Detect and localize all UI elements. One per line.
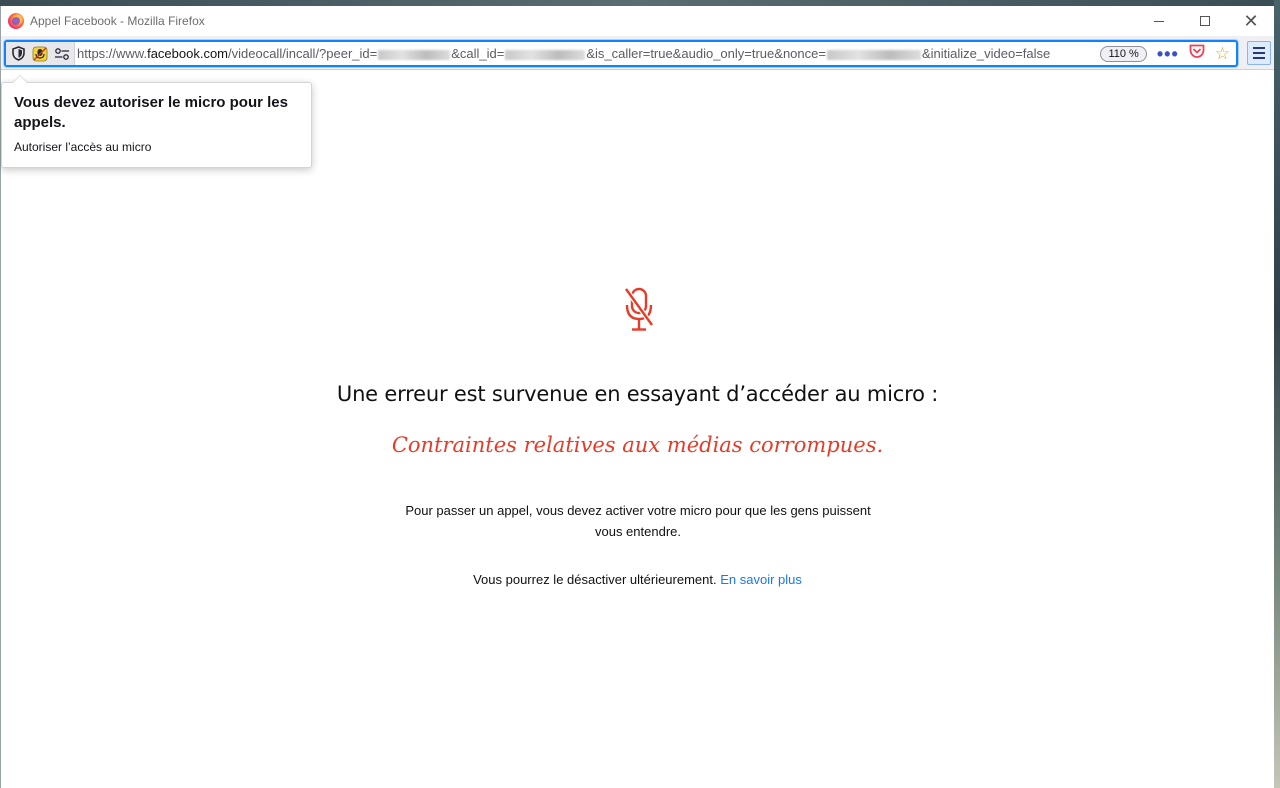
redacted-nonce: [826, 49, 921, 60]
microphone-muted-icon: [623, 287, 655, 331]
microphone-blocked-icon[interactable]: [31, 45, 49, 63]
title-bar: Appel Facebook - Mozilla Firefox ✕: [1, 6, 1274, 36]
url-scheme: https://www.: [77, 46, 148, 61]
shield-icon[interactable]: [9, 45, 27, 63]
page-content: Vous devez autoriser le micro pour les a…: [1, 70, 1274, 788]
hamburger-icon-line: [1253, 57, 1265, 59]
url-text[interactable]: https://www.facebook.com/videocall/incal…: [77, 46, 1100, 61]
permissions-icon[interactable]: [53, 45, 71, 63]
error-explanation: Pour passer un appel, vous devez activer…: [405, 503, 871, 539]
url-path-4: &initialize_video=false: [921, 46, 1051, 61]
redacted-call-id: [505, 49, 586, 60]
zoom-indicator[interactable]: 110 %: [1100, 45, 1147, 62]
minimize-button[interactable]: [1136, 6, 1182, 36]
close-icon: ✕: [1243, 11, 1259, 31]
window-title: Appel Facebook - Mozilla Firefox: [30, 14, 205, 28]
browser-window: Appel Facebook - Mozilla Firefox ✕ https…: [0, 6, 1274, 788]
redacted-peer-id: [378, 49, 451, 60]
star-icon[interactable]: ☆: [1215, 45, 1230, 62]
footer-line: Vous pourrez le désactiver ultérieuremen…: [1, 572, 1274, 587]
learn-more-link[interactable]: En savoir plus: [720, 572, 802, 587]
more-icon[interactable]: •••: [1157, 45, 1179, 63]
hamburger-icon-line: [1253, 47, 1265, 49]
url-bar[interactable]: https://www.facebook.com/videocall/incal…: [4, 40, 1238, 67]
maximize-icon: [1200, 16, 1210, 26]
permission-popup[interactable]: Vous devez autoriser le micro pour les a…: [1, 75, 312, 168]
menu-button[interactable]: [1247, 41, 1271, 65]
url-path-3: &is_caller=true&audio_only=true&nonce=: [586, 46, 826, 61]
maximize-button[interactable]: [1182, 6, 1228, 36]
error-detail: Contraintes relatives aux médias corromp…: [391, 433, 884, 457]
close-button[interactable]: ✕: [1228, 6, 1274, 36]
url-host: facebook.com: [147, 46, 229, 61]
identity-box: [6, 42, 75, 65]
error-heading: Une erreur est survenue en essayant d’ac…: [336, 382, 939, 406]
window-controls: ✕: [1136, 6, 1274, 36]
allow-microphone-link[interactable]: Autoriser l’accès au micro: [14, 140, 299, 154]
minimize-icon: [1154, 20, 1164, 22]
firefox-logo-icon: [8, 13, 24, 29]
page-actions: ••• ☆: [1157, 44, 1230, 63]
popup-title: Vous devez autoriser le micro pour les a…: [14, 94, 288, 131]
hamburger-icon-line: [1253, 52, 1265, 54]
pocket-icon[interactable]: [1189, 44, 1205, 63]
desktop-background-edge: [1274, 0, 1280, 788]
navigation-bar: https://www.facebook.com/videocall/incal…: [1, 36, 1274, 70]
url-path-1: /videocall/incall/?peer_id=: [228, 46, 378, 61]
url-path-2: &call_id=: [451, 46, 505, 61]
footer-text: Vous pourrez le désactiver ultérieuremen…: [473, 572, 717, 587]
